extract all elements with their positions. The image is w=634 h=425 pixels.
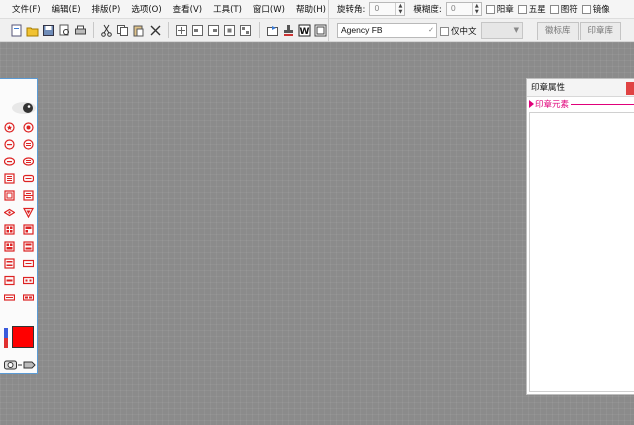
star-circle-icon[interactable] [4, 122, 15, 133]
align-right-icon[interactable] [207, 22, 221, 38]
fit-icon[interactable] [314, 22, 328, 38]
stamp-properties-panel: 印章属性 印章元素 [526, 78, 634, 395]
eye-icon[interactable] [4, 101, 36, 115]
svg-text:W: W [300, 27, 310, 37]
paste-icon[interactable] [132, 22, 146, 38]
palette-row [4, 173, 34, 184]
rect-strip-icon[interactable] [23, 292, 34, 303]
symbol-checkbox[interactable]: 图符 [549, 3, 578, 15]
square-grid-icon[interactable] [23, 190, 34, 201]
panel-title: 印章属性 [531, 83, 566, 93]
mirror-checkbox[interactable]: 镜像 [581, 3, 610, 15]
delete-icon[interactable] [148, 22, 162, 38]
chevron-down-icon: ▼ [513, 26, 519, 34]
spinner-arrows-icon[interactable]: ▲ ▼ [471, 3, 481, 15]
rect-seal-icon[interactable] [23, 173, 34, 184]
square-seal-icon[interactable] [4, 173, 15, 184]
cut-icon[interactable] [100, 22, 114, 38]
menu-options[interactable]: 选项(O) [131, 3, 161, 15]
grid-four-icon[interactable] [4, 224, 15, 235]
rotation-spinner[interactable]: 0 ▲ ▼ [369, 2, 406, 16]
tab-logo-library[interactable]: 徽标库 [537, 22, 579, 40]
align-left-icon[interactable] [191, 22, 205, 38]
main-toolbar: W [0, 19, 328, 42]
tab-stamp-library[interactable]: 印章库 [579, 22, 622, 40]
stamp-icon[interactable] [282, 22, 296, 38]
grid-bar-icon[interactable] [4, 258, 15, 269]
save-icon[interactable] [41, 22, 55, 38]
library-tabs: 徽标库 印章库 [537, 22, 622, 40]
export-icon[interactable] [266, 22, 280, 38]
menu-tools[interactable]: 工具(T) [213, 3, 242, 15]
word-icon[interactable]: W [298, 22, 312, 38]
palette-row [4, 224, 34, 235]
open-icon[interactable] [25, 22, 39, 38]
blur-spinner[interactable]: 0 ▲ ▼ [445, 2, 482, 16]
ellipse-icon[interactable] [4, 156, 15, 167]
layer-icon[interactable] [239, 22, 253, 38]
property-controls: 旋转角: 0 ▲ ▼ 模糊度: 0 ▲ ▼ 阳章 五星 图符 镜像 [328, 0, 634, 19]
font-bar: Agency FB ✓ 仅中文 ▼ 徽标库 印章库 [328, 19, 634, 42]
triangle-icon[interactable] [23, 207, 34, 218]
elements-list[interactable] [529, 112, 634, 392]
toolbar-divider [168, 22, 169, 38]
print-preview-icon[interactable] [57, 22, 71, 38]
chinese-only-checkbox[interactable]: 仅中文 [440, 25, 477, 37]
chevron-down-icon[interactable]: ✓ [428, 24, 434, 37]
seal-circle-icon[interactable] [23, 122, 34, 133]
new-icon[interactable] [9, 22, 23, 38]
font-select[interactable]: Agency FB ✓ [337, 23, 437, 38]
menu-file[interactable]: 文件(F) [12, 3, 41, 15]
section-divider [571, 103, 634, 105]
close-icon[interactable] [626, 82, 634, 95]
five-star-checkbox[interactable]: 五星 [517, 3, 546, 15]
palette-row [4, 207, 34, 218]
grid-four-icon[interactable] [23, 224, 34, 235]
circle-text-icon[interactable] [23, 139, 34, 150]
ellipse-icon[interactable] [23, 156, 34, 167]
print-icon[interactable] [73, 22, 87, 38]
menu-bar: 文件(F) 编辑(E) 排版(P) 选项(O) 查看(V) 工具(T) 窗口(W… [0, 0, 328, 19]
palette-row [4, 275, 34, 286]
menu-layout[interactable]: 排版(P) [92, 3, 121, 15]
toolbar-divider [93, 22, 94, 38]
toolbar-divider [258, 22, 260, 38]
palette-row [4, 139, 34, 150]
camera-export-icon[interactable] [4, 360, 36, 370]
palette-row [4, 292, 34, 303]
circle-text-icon[interactable] [4, 139, 15, 150]
palette-row [4, 122, 34, 133]
color-swatch[interactable] [12, 326, 34, 348]
expand-triangle-icon[interactable] [529, 100, 534, 108]
align-center-icon[interactable] [223, 22, 237, 38]
panel-header: 印章属性 [527, 79, 634, 97]
palette-row [4, 241, 34, 252]
stamp-elements-section[interactable]: 印章元素 [527, 97, 634, 111]
positive-stamp-checkbox[interactable]: 阳章 [485, 3, 514, 15]
grid-six-icon[interactable] [23, 241, 34, 252]
menu-help[interactable]: 帮助(H) [296, 3, 326, 15]
rect-strip-icon[interactable] [4, 292, 15, 303]
palette-row [4, 258, 34, 269]
diamond-icon[interactable] [4, 207, 15, 218]
palette-row [4, 190, 34, 201]
section-label: 印章元素 [535, 100, 570, 110]
square-frame-icon[interactable] [4, 190, 15, 201]
copy-icon[interactable] [116, 22, 130, 38]
menu-edit[interactable]: 编辑(E) [52, 3, 81, 15]
spinner-arrows-icon[interactable]: ▲ ▼ [395, 3, 404, 15]
font-size-dropdown[interactable]: ▼ [481, 22, 523, 39]
rotation-label: 旋转角: [337, 5, 366, 15]
menu-view[interactable]: 查看(V) [173, 3, 202, 15]
rect-double-icon[interactable] [23, 275, 34, 286]
element-palette [0, 78, 38, 374]
palette-row [4, 156, 34, 167]
grid-six-icon[interactable] [4, 241, 15, 252]
rect-bar-icon[interactable] [23, 258, 34, 269]
color-gradient-bar[interactable] [4, 328, 8, 348]
blur-label: 模糊度: [413, 5, 442, 15]
menu-window[interactable]: 窗口(W) [253, 3, 285, 15]
align-icon[interactable] [175, 22, 189, 38]
rect-double-icon[interactable] [4, 275, 15, 286]
